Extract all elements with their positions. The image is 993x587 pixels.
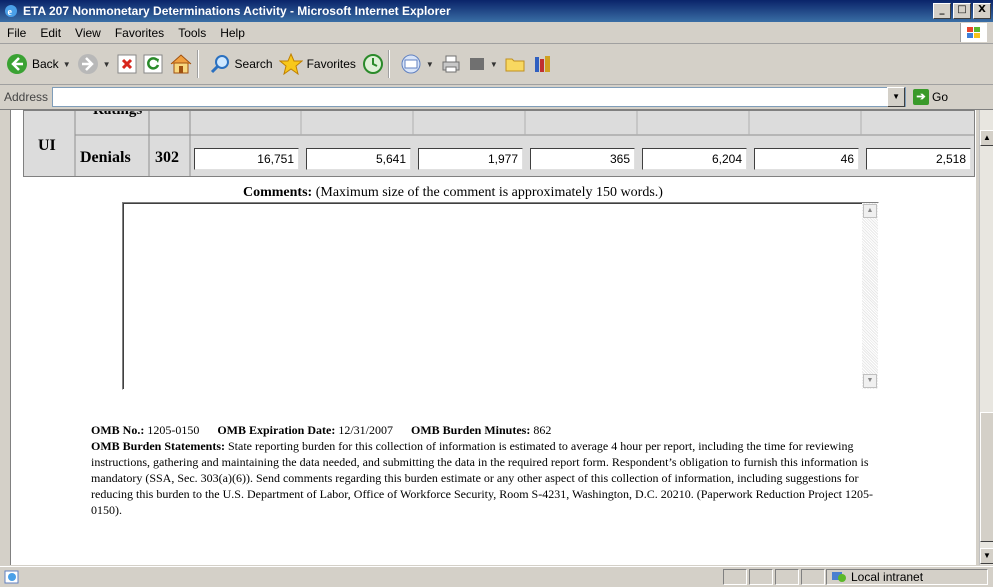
search-button[interactable]: Search [209, 53, 273, 75]
toolbar-separator [196, 50, 199, 78]
omb-info: OMB No.: 1205-0150 OMB Expiration Date: … [91, 422, 891, 518]
edit-button[interactable]: ▼ [468, 55, 498, 73]
mail-dropdown-icon[interactable]: ▼ [426, 60, 434, 69]
comments-scroll-up-icon[interactable]: ▲ [863, 204, 877, 218]
history-button[interactable] [362, 53, 384, 75]
window-title: ETA 207 Nonmonetary Determinations Activ… [23, 4, 451, 18]
folder-icon [505, 58, 525, 72]
stop-icon [117, 54, 137, 74]
omb-header-line: OMB No.: 1205-0150 OMB Expiration Date: … [91, 423, 552, 437]
determinations-table: Ratings UI Denials 302 16,751 5,641 1,97… [23, 110, 975, 177]
research-books-icon [534, 56, 550, 72]
menu-file[interactable]: File [0, 26, 33, 40]
zone-label: Local intranet [851, 570, 924, 584]
denials-input-7[interactable]: 2,518 [866, 148, 971, 170]
mail-icon [401, 54, 421, 74]
search-label: Search [234, 57, 273, 71]
page-scrollbar[interactable]: ▲ ▼ [979, 110, 993, 565]
comments-scroll-down-icon[interactable]: ▼ [863, 374, 877, 388]
cut-off-row-label: Ratings [87, 111, 163, 131]
comments-textarea[interactable] [122, 202, 879, 390]
back-button[interactable]: Back ▼ [6, 53, 71, 75]
favorites-star-icon [278, 53, 303, 75]
menu-help[interactable]: Help [213, 26, 252, 40]
denials-input-5[interactable]: 6,204 [642, 148, 747, 170]
favorites-button[interactable]: Favorites [278, 53, 356, 75]
search-icon [210, 55, 229, 74]
home-icon [170, 54, 191, 74]
forward-button[interactable]: ▼ [77, 53, 111, 75]
refresh-icon [143, 54, 163, 74]
toolbar: Back ▼ ▼ Search Favorites ▼ ▼ [0, 44, 993, 85]
maximize-button[interactable]: □ [953, 3, 971, 19]
comments-scrollbar[interactable]: ▲ ▼ [862, 203, 878, 389]
print-button[interactable] [440, 53, 462, 75]
intranet-icon [832, 572, 846, 582]
page-status-icon [4, 570, 19, 584]
title-bar: e ETA 207 Nonmonetary Determinations Act… [0, 0, 993, 22]
address-input[interactable] [52, 87, 907, 107]
windows-flag-icon [960, 23, 987, 42]
scroll-down-icon[interactable]: ▼ [980, 548, 993, 564]
go-arrow-icon: ➔ [913, 89, 930, 105]
denials-input-1[interactable]: 16,751 [194, 148, 299, 170]
status-panel [723, 569, 747, 585]
scrollbar-thumb[interactable] [980, 412, 993, 542]
history-icon [362, 54, 383, 74]
home-button[interactable] [169, 53, 193, 75]
denials-input-2[interactable]: 5,641 [306, 148, 411, 170]
back-label: Back [32, 57, 59, 71]
menu-view[interactable]: View [68, 26, 108, 40]
status-panel [749, 569, 773, 585]
forward-arrow-icon [77, 54, 98, 74]
status-panel [775, 569, 799, 585]
go-label: Go [932, 90, 949, 104]
menu-favorites[interactable]: Favorites [108, 26, 171, 40]
edit-page-icon [469, 58, 484, 70]
back-arrow-icon [7, 54, 27, 74]
comments-label: Comments: (Maximum size of the comment i… [243, 185, 663, 200]
refresh-button[interactable] [143, 54, 163, 74]
research-button[interactable] [532, 53, 554, 75]
omb-burden-statement: OMB Burden Statements: State reporting b… [91, 439, 873, 517]
address-dropdown-icon[interactable]: ▼ [887, 87, 906, 107]
ie-logo-icon: e [3, 3, 19, 19]
folder-button[interactable] [504, 53, 526, 75]
denials-input-3[interactable]: 1,977 [418, 148, 523, 170]
mail-button[interactable]: ▼ [400, 53, 434, 75]
go-button[interactable]: ➔ Go [913, 89, 948, 105]
stop-button[interactable] [117, 54, 137, 74]
forward-dropdown-icon[interactable]: ▼ [103, 60, 111, 69]
favorites-label: Favorites [306, 57, 356, 71]
back-dropdown-icon[interactable]: ▼ [63, 60, 71, 69]
zone-panel: Local intranet [826, 569, 988, 585]
toolbar-separator [387, 50, 390, 78]
address-label: Address [4, 90, 49, 104]
denials-input-4[interactable]: 365 [530, 148, 635, 170]
address-bar: Address ▼ ➔ Go [0, 85, 993, 110]
page-content: Ratings UI Denials 302 16,751 5,641 1,97… [10, 110, 976, 565]
program-label: UI [38, 137, 56, 154]
denials-input-6[interactable]: 46 [754, 148, 859, 170]
scroll-up-icon[interactable]: ▲ [980, 130, 993, 146]
row-code: 302 [155, 149, 179, 166]
edit-dropdown-icon[interactable]: ▼ [490, 60, 498, 69]
status-bar: Local intranet [0, 566, 993, 587]
row-label-denials: Denials [80, 149, 131, 166]
svg-text:e: e [8, 7, 13, 18]
menu-tools[interactable]: Tools [171, 26, 213, 40]
menu-bar: File Edit View Favorites Tools Help [0, 22, 993, 44]
menu-edit[interactable]: Edit [33, 26, 68, 40]
minimize-button[interactable]: _ [933, 3, 951, 19]
printer-icon [442, 55, 460, 73]
status-panel [801, 569, 825, 585]
close-button[interactable]: X [973, 3, 991, 19]
